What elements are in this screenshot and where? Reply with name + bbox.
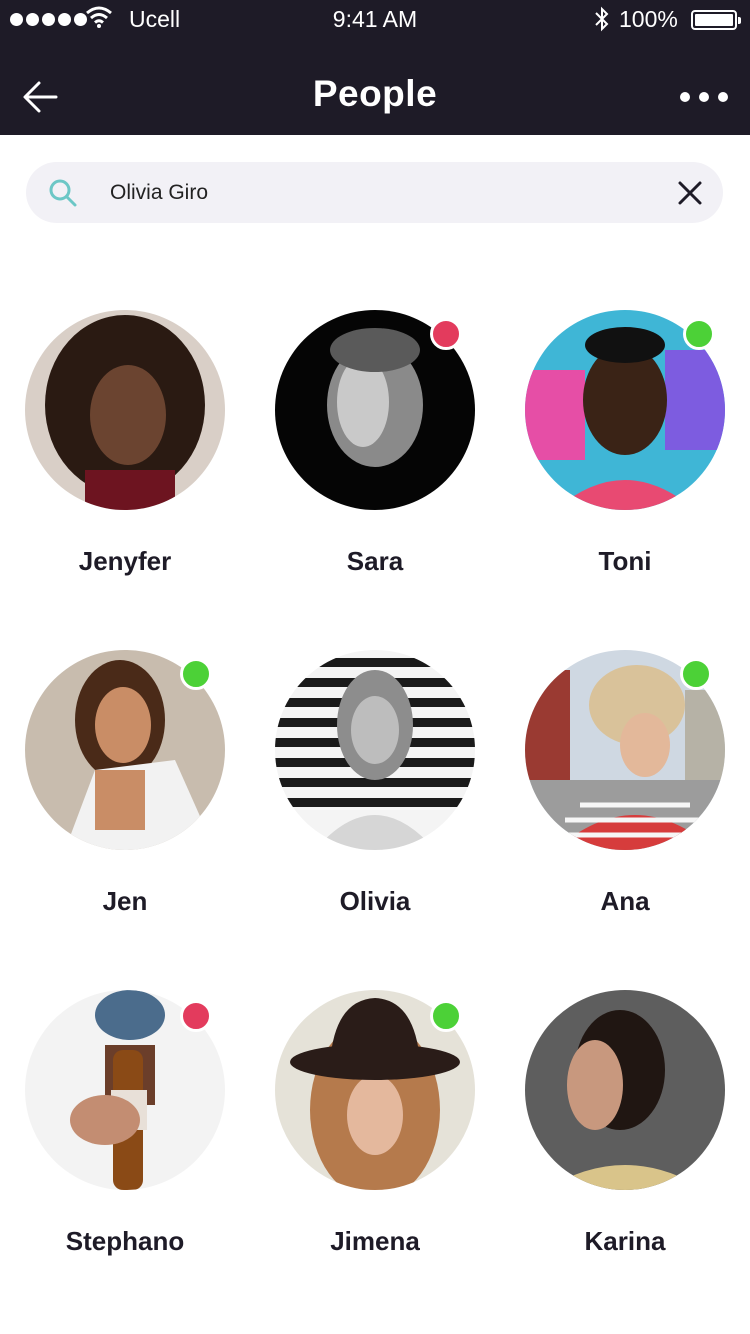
person-card[interactable]: Sara [275,310,475,576]
person-name: Sara [346,546,404,576]
search-input[interactable] [110,172,650,213]
person-card[interactable]: Olivia [275,650,475,916]
person-name: Olivia [339,886,411,916]
person-card[interactable]: Stephano [25,990,225,1256]
search-icon [49,179,77,207]
person-card[interactable]: Karina [525,990,725,1256]
close-icon[interactable] [676,179,704,207]
person-name: Karina [584,1226,666,1256]
status-indicator-busy [180,1000,212,1032]
bluetooth-icon [595,6,609,32]
person-name: Toni [598,546,652,576]
status-indicator-online [680,658,712,690]
navigation-bar: People [0,40,750,135]
top-bar: Ucell 9:41 AM 100% People [0,0,750,135]
status-indicator-online [430,1000,462,1032]
search-bar [26,162,723,223]
person-name: Jimena [330,1226,420,1256]
battery-icon [691,10,741,30]
battery-percentage: 100% [619,6,678,32]
person-name: Jenyfer [78,546,172,576]
person-card[interactable]: Toni [525,310,725,576]
status-indicator-online [180,658,212,690]
person-name: Ana [600,886,650,916]
status-indicator-busy [430,318,462,350]
person-card[interactable]: Jimena [275,990,475,1256]
page-title: People [312,73,438,114]
person-card[interactable]: Ana [525,650,725,916]
avatar [25,310,225,510]
status-bar: Ucell 9:41 AM 100% [0,0,750,40]
avatar [275,650,475,850]
status-indicator-online [683,318,715,350]
avatar [525,990,725,1190]
more-horizontal-icon[interactable] [680,92,728,104]
person-name: Jen [102,886,148,916]
person-card[interactable]: Jen [25,650,225,916]
person-name: Stephano [65,1226,185,1256]
person-card[interactable]: Jenyfer [25,310,225,576]
